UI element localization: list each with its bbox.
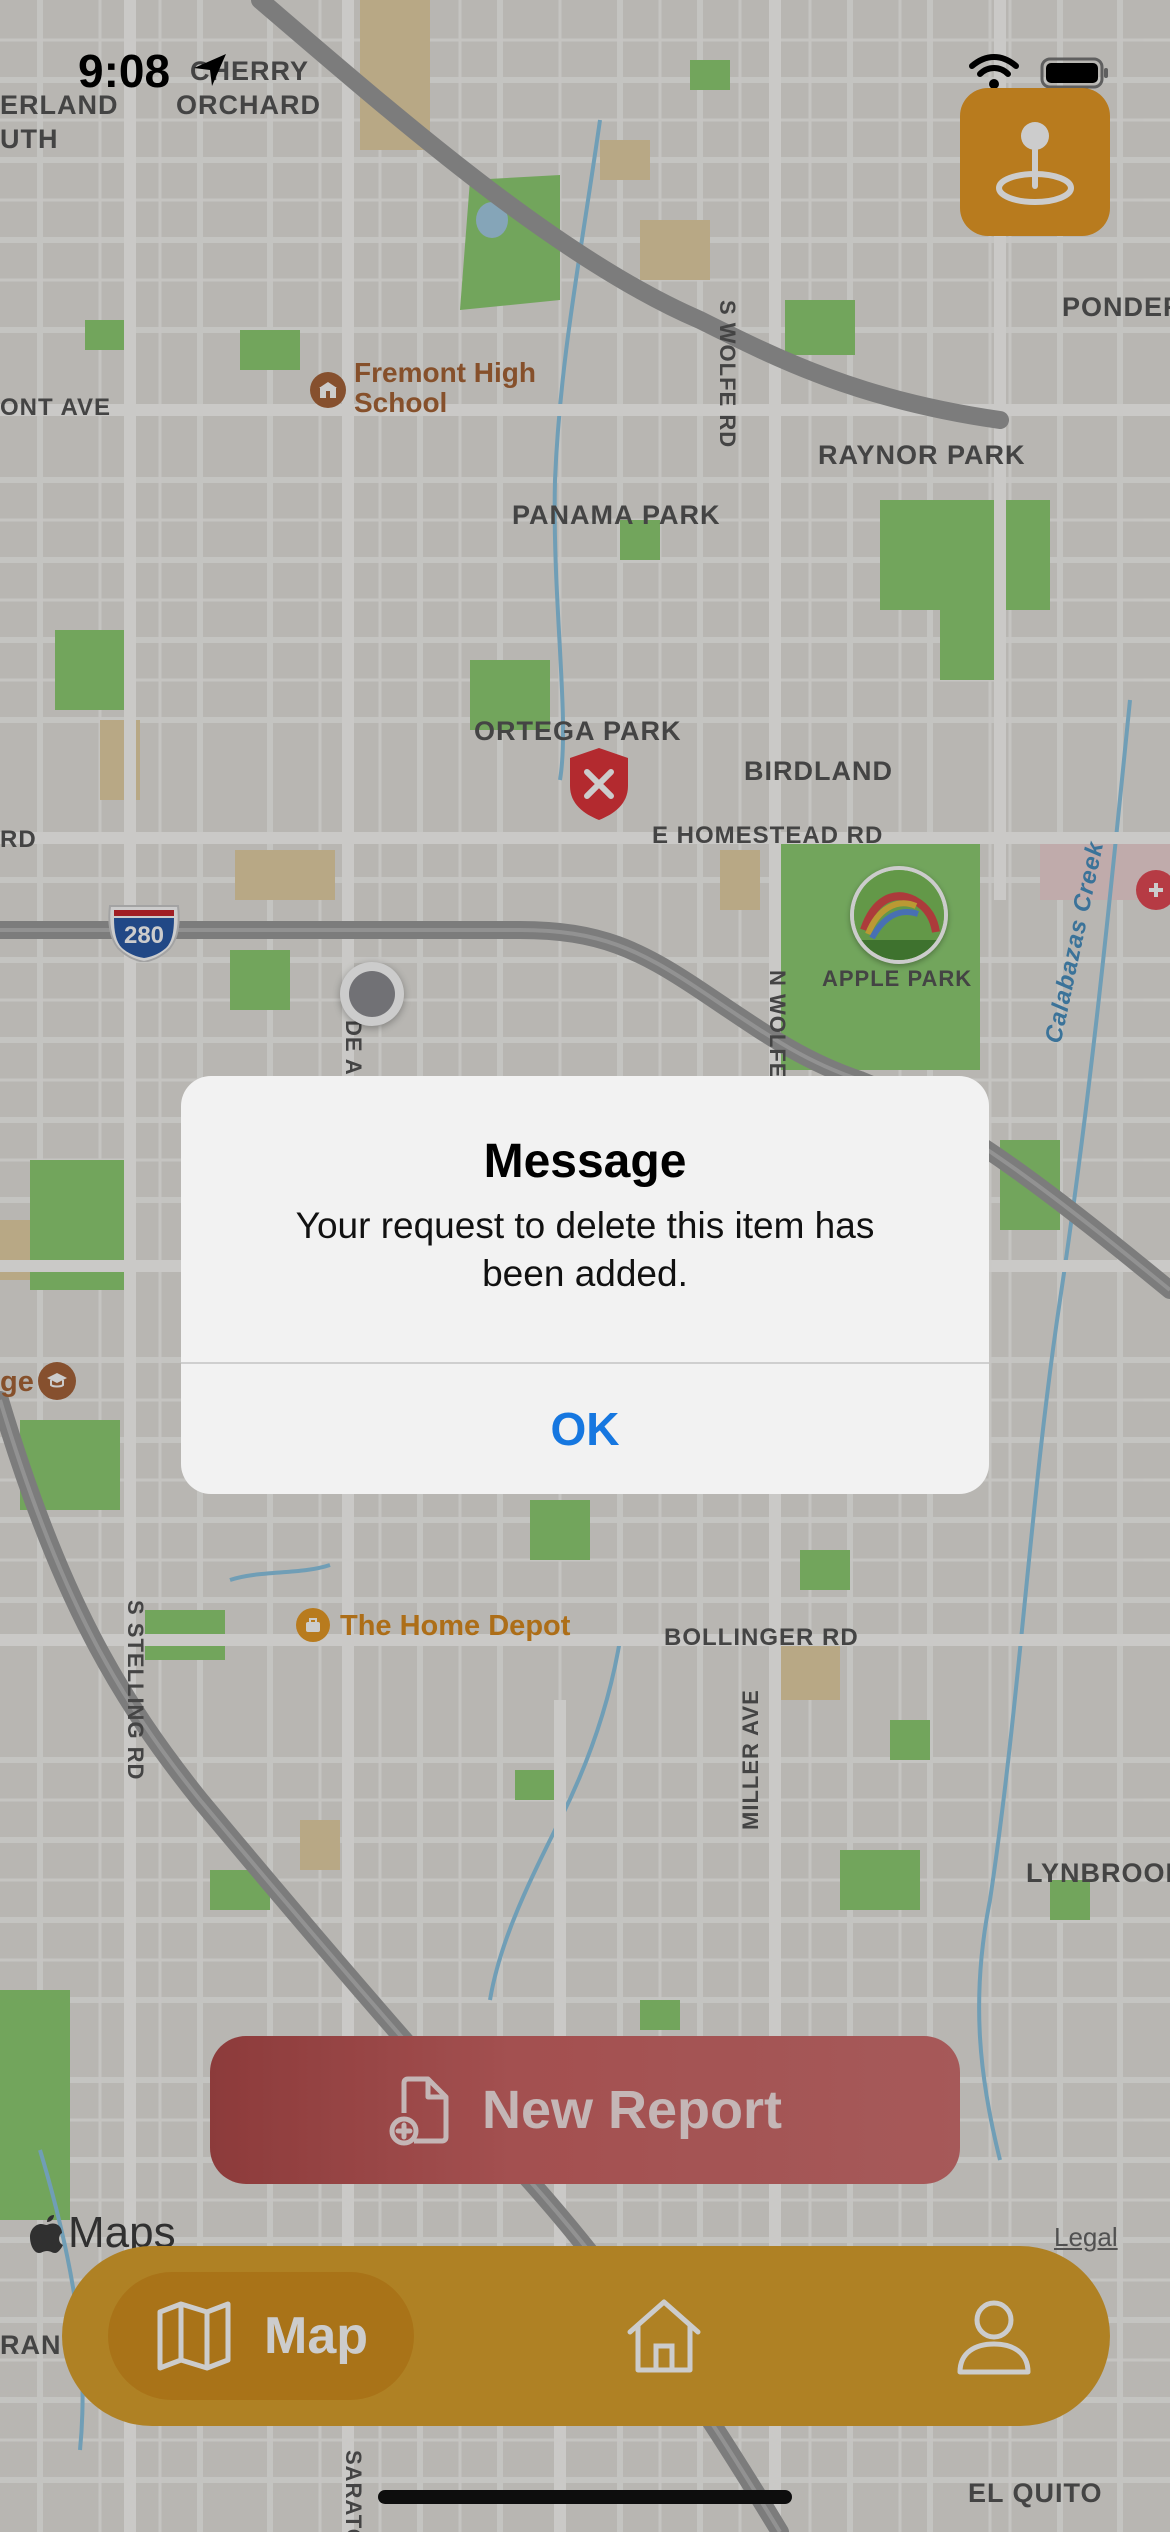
- alert-message: Your request to delete this item has bee…: [295, 1205, 875, 1294]
- app-screen: CHERRY ORCHARD ERLAND UTH PONDER ONT AVE…: [0, 0, 1170, 2532]
- alert-dialog: Message Your request to delete this item…: [181, 1076, 989, 1494]
- alert-title: Message: [483, 1135, 687, 1188]
- alert-ok-button[interactable]: OK: [181, 1364, 989, 1494]
